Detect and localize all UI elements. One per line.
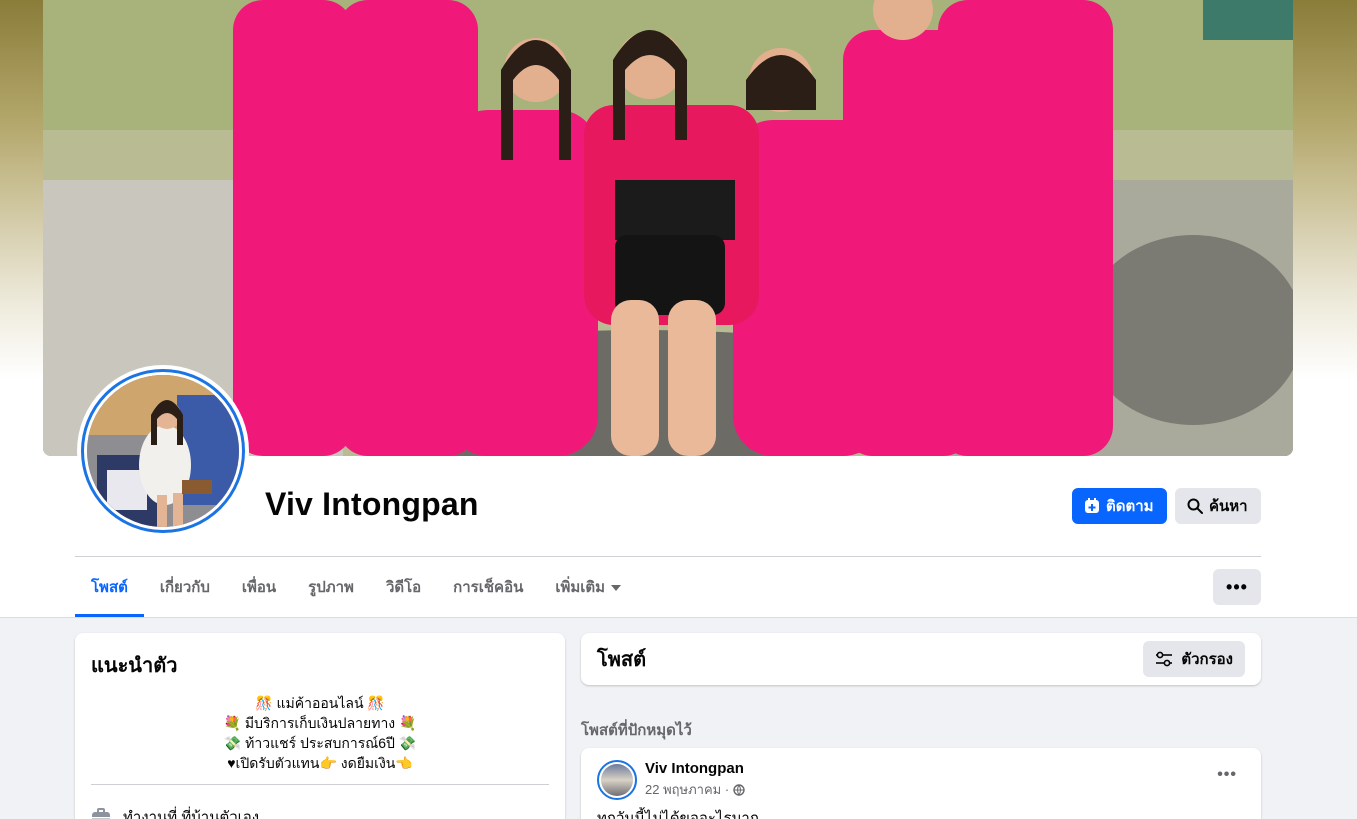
globe-icon	[733, 783, 745, 796]
filter-button-label: ตัวกรอง	[1181, 651, 1233, 668]
follow-button-label: ติดตาม	[1106, 498, 1154, 515]
header-bottom-border	[0, 617, 1357, 618]
bio-line: 💐 มีบริการเก็บเงินปลายทาง 💐	[223, 715, 417, 731]
bio-line: ♥เปิดรับตัวแทน👉 งดยืมเงิน👈	[227, 755, 413, 771]
avatar-illustration	[87, 375, 239, 527]
avatar-story-ring	[81, 369, 245, 533]
cover-photo-illustration	[43, 0, 1293, 456]
profile-name: Viv Intongpan	[265, 486, 479, 522]
bio-line: 🎊 แม่ค้าออนไลน์ 🎊	[255, 695, 385, 711]
tab-checkins[interactable]: การเช็คอิน	[437, 557, 539, 617]
post-avatar-photo	[601, 764, 633, 796]
more-dots-icon: •••	[1217, 766, 1237, 783]
intro-work-item: ทำงานที่ ที่บ้านตัวเอง	[91, 805, 549, 819]
filter-button[interactable]: ตัวกรอง	[1143, 641, 1245, 677]
tab-label: รูปภาพ	[308, 579, 354, 596]
post-meta: 22 พฤษภาคม ·	[645, 779, 745, 800]
post-header: Viv Intongpan 22 พฤษภาคม ·	[597, 760, 1245, 800]
bio-line: 💸 ท้าวแชร์ ประสบการณ์6ปี 💸	[223, 735, 417, 751]
caret-down-icon	[611, 585, 622, 591]
pinned-posts-label: โพสต์ที่ปักหมุดไว้	[581, 722, 692, 739]
search-button[interactable]: ค้นหา	[1175, 488, 1261, 524]
tab-label: เกี่ยวกับ	[159, 579, 210, 596]
more-dots-icon: •••	[1226, 576, 1248, 597]
pinned-post: Viv Intongpan 22 พฤษภาคม · ••• ทุกวันนี้…	[581, 748, 1261, 819]
tab-label: โพสต์	[91, 579, 128, 596]
tab-videos[interactable]: วิดีโอ	[370, 557, 437, 617]
post-text: ทุกวันนี้ไม่ได้ขออะไรมาก	[597, 810, 759, 819]
tab-label: เพิ่มเติม	[555, 579, 606, 596]
post-author-avatar[interactable]	[597, 760, 637, 800]
intro-title: แนะนำตัว	[91, 655, 178, 677]
posts-title: โพสต์	[597, 649, 647, 671]
intro-card: แนะนำตัว 🎊 แม่ค้าออนไลน์ 🎊 💐 มีบริการเก็…	[75, 633, 565, 819]
tab-friends[interactable]: เพื่อน	[226, 557, 292, 617]
tab-label: การเช็คอิน	[453, 579, 524, 596]
post-options-button[interactable]: •••	[1217, 766, 1237, 784]
tab-more[interactable]: เพิ่มเติม	[539, 557, 637, 617]
filter-sliders-icon	[1156, 651, 1173, 667]
intro-work-text: ทำงานที่ ที่บ้านตัวเอง	[123, 809, 260, 819]
post-date[interactable]: 22 พฤษภาคม ·	[645, 779, 729, 800]
profile-avatar[interactable]	[77, 365, 249, 537]
follow-button[interactable]: ติดตาม	[1072, 488, 1167, 524]
more-options-button[interactable]: •••	[1213, 569, 1261, 605]
tab-photos[interactable]: รูปภาพ	[292, 557, 370, 617]
posts-header-card: โพสต์ ตัวกรอง	[581, 633, 1261, 685]
avatar-photo	[87, 375, 239, 527]
add-follow-icon	[1085, 498, 1099, 513]
tab-label: วิดีโอ	[385, 579, 422, 596]
tab-posts[interactable]: โพสต์	[75, 557, 144, 617]
post-author-name[interactable]: Viv Intongpan	[645, 760, 745, 777]
bio: 🎊 แม่ค้าออนไลน์ 🎊 💐 มีบริการเก็บเงินปลาย…	[91, 693, 549, 773]
intro-divider	[91, 784, 549, 785]
search-button-label: ค้นหา	[1209, 498, 1248, 515]
tab-label: เพื่อน	[241, 579, 277, 596]
cover-photo[interactable]	[43, 0, 1293, 456]
briefcase-icon	[92, 808, 110, 819]
profile-tabs: โพสต์ เกี่ยวกับ เพื่อน รูปภาพ วิดีโอ การ…	[75, 557, 637, 617]
tab-about[interactable]: เกี่ยวกับ	[144, 557, 226, 617]
search-icon	[1187, 498, 1203, 514]
